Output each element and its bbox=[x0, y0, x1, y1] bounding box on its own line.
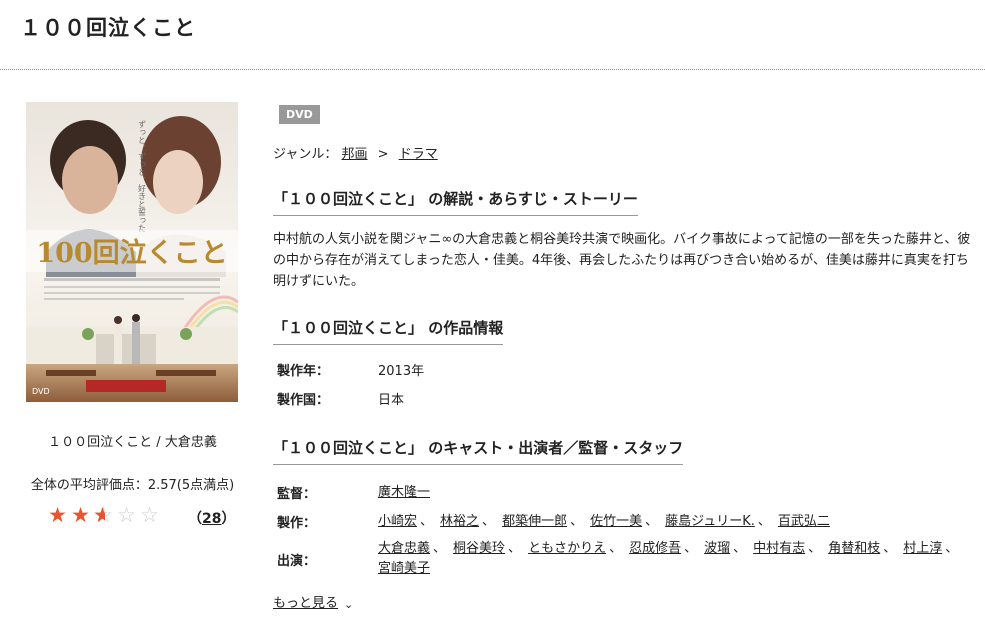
actor-link[interactable]: 村上淳 bbox=[903, 541, 942, 556]
producer-link[interactable]: 林裕之 bbox=[440, 514, 479, 529]
info-row-year: 製作年： 2013年 bbox=[277, 355, 424, 384]
list-separator: 、 bbox=[508, 541, 522, 556]
director-link[interactable]: 廣木隆一 bbox=[378, 485, 430, 500]
synopsis-heading: 「１００回泣くこと」 の解説・あらすじ・ストーリー bbox=[273, 188, 638, 216]
info-key: 製作国： bbox=[277, 393, 330, 408]
chevron-down-icon: ⌄ bbox=[344, 598, 354, 611]
dvd-cover-image[interactable]: ずっと、ずっと、好きと誓った 100回泣くこと DVD bbox=[26, 102, 238, 402]
poster-tagline: ずっと、ずっと、好きと誓った bbox=[138, 120, 147, 232]
genre-link-houga[interactable]: 邦画 bbox=[342, 147, 368, 162]
cast-key: 出演： bbox=[277, 553, 317, 569]
star-empty-icon: ☆ bbox=[117, 503, 136, 527]
list-separator: 、 bbox=[645, 513, 659, 529]
average-rating-label: 全体の平均評価点：2.57(5点満点) bbox=[30, 478, 235, 493]
page-title: １００回泣くこと bbox=[20, 16, 196, 40]
actor-link[interactable]: ともさかりえ bbox=[528, 541, 606, 556]
cover-art: ずっと、ずっと、好きと誓った 100回泣くこと DVD bbox=[26, 102, 238, 402]
list-separator: 、 bbox=[757, 513, 771, 529]
star-filled-icon: ★ bbox=[48, 503, 67, 527]
actor-link[interactable]: 角替和枝 bbox=[828, 541, 880, 556]
title-divider bbox=[0, 69, 985, 70]
star-half-icon: ☆ bbox=[92, 504, 115, 526]
producer-link[interactable]: 藤島ジュリーK. bbox=[665, 514, 755, 529]
synopsis-text: 中村航の人気小説を関ジャニ∞の大倉忠義と桐谷美玲共演で映画化。バイク事故によって… bbox=[273, 232, 971, 289]
star-rating[interactable]: ★ ★ ☆ ☆ ☆ bbox=[46, 504, 161, 526]
cast-key: 監督： bbox=[277, 487, 317, 502]
format-badge: DVD bbox=[279, 105, 320, 124]
producer-link[interactable]: 都築伸一郎 bbox=[502, 514, 567, 529]
list-separator: 、 bbox=[570, 513, 584, 529]
list-separator: 、 bbox=[808, 541, 822, 556]
actor-link[interactable]: 大倉忠義 bbox=[378, 541, 430, 556]
info-key: 製作年： bbox=[277, 364, 330, 379]
cast-row-director: 監督： 廣木隆一 bbox=[277, 478, 967, 507]
breadcrumb-separator: > bbox=[377, 147, 389, 162]
actor-link[interactable]: 波瑠 bbox=[704, 541, 730, 556]
cast-row-actors: 出演： 大倉忠義、桐谷美玲、ともさかりえ、忍成修吾、波瑠、中村有志、角替和枝、村… bbox=[277, 536, 967, 582]
info-row-country: 製作国： 日本 bbox=[277, 384, 424, 413]
actor-link[interactable]: 中村有志 bbox=[753, 541, 805, 556]
poster-title: 100回泣くこと bbox=[36, 237, 227, 269]
cast-table: 監督： 廣木隆一 製作： 小崎宏、林裕之、都築伸一郎、佐竹一美、藤島ジュリーK.… bbox=[277, 478, 967, 582]
list-separator: 、 bbox=[733, 541, 747, 556]
actor-list: 大倉忠義、桐谷美玲、ともさかりえ、忍成修吾、波瑠、中村有志、角替和枝、村上淳 、宮… bbox=[378, 539, 967, 579]
cast-key: 製作： bbox=[277, 516, 317, 531]
actor-link[interactable]: 桐谷美玲 bbox=[453, 541, 505, 556]
actor-link[interactable]: 忍成修吾 bbox=[629, 541, 681, 556]
show-more-link[interactable]: もっと見る bbox=[273, 596, 338, 611]
list-separator: 、 bbox=[482, 513, 496, 529]
star-filled-icon: ★ bbox=[71, 503, 90, 527]
item-caption: １００回泣くこと / 大倉忠義 bbox=[48, 435, 217, 450]
list-separator: 、 bbox=[883, 541, 897, 556]
dvd-logo: DVD bbox=[32, 387, 50, 396]
info-value: 2013年 bbox=[378, 364, 425, 379]
review-count-link[interactable]: 28 bbox=[202, 511, 221, 527]
producer-link[interactable]: 佐竹一美 bbox=[590, 514, 642, 529]
list-separator: 、 bbox=[433, 541, 447, 556]
producer-link[interactable]: 小崎宏 bbox=[378, 514, 417, 529]
show-more: もっと見る ⌄ bbox=[273, 592, 353, 611]
info-heading: 「１００回泣くこと」 の作品情報 bbox=[273, 317, 504, 345]
list-separator: 、 bbox=[609, 541, 623, 556]
producer-link[interactable]: 百武弘二 bbox=[778, 514, 830, 529]
list-separator: 、 bbox=[684, 541, 698, 556]
genre-breadcrumb: ジャンル： 邦画 > ドラマ bbox=[273, 143, 438, 162]
info-value: 日本 bbox=[378, 393, 405, 408]
info-table: 製作年： 2013年 製作国： 日本 bbox=[277, 355, 424, 413]
actor-link[interactable]: 宮崎美子 bbox=[378, 561, 430, 576]
director-list: 廣木隆一 bbox=[378, 483, 967, 503]
review-count: （28） bbox=[188, 511, 236, 527]
star-empty-icon: ☆ bbox=[140, 503, 159, 527]
list-separator: 、 bbox=[945, 541, 959, 556]
cast-row-producer: 製作： 小崎宏、林裕之、都築伸一郎、佐竹一美、藤島ジュリーK.、百武弘二 bbox=[277, 507, 967, 536]
cast-heading: 「１００回泣くこと」 のキャスト・出演者／監督・スタッフ bbox=[273, 437, 684, 465]
genre-label: ジャンル： bbox=[273, 147, 338, 162]
producer-list: 小崎宏、林裕之、都築伸一郎、佐竹一美、藤島ジュリーK.、百武弘二 bbox=[378, 512, 967, 532]
list-separator: 、 bbox=[420, 513, 434, 529]
genre-link-drama[interactable]: ドラマ bbox=[399, 147, 438, 162]
